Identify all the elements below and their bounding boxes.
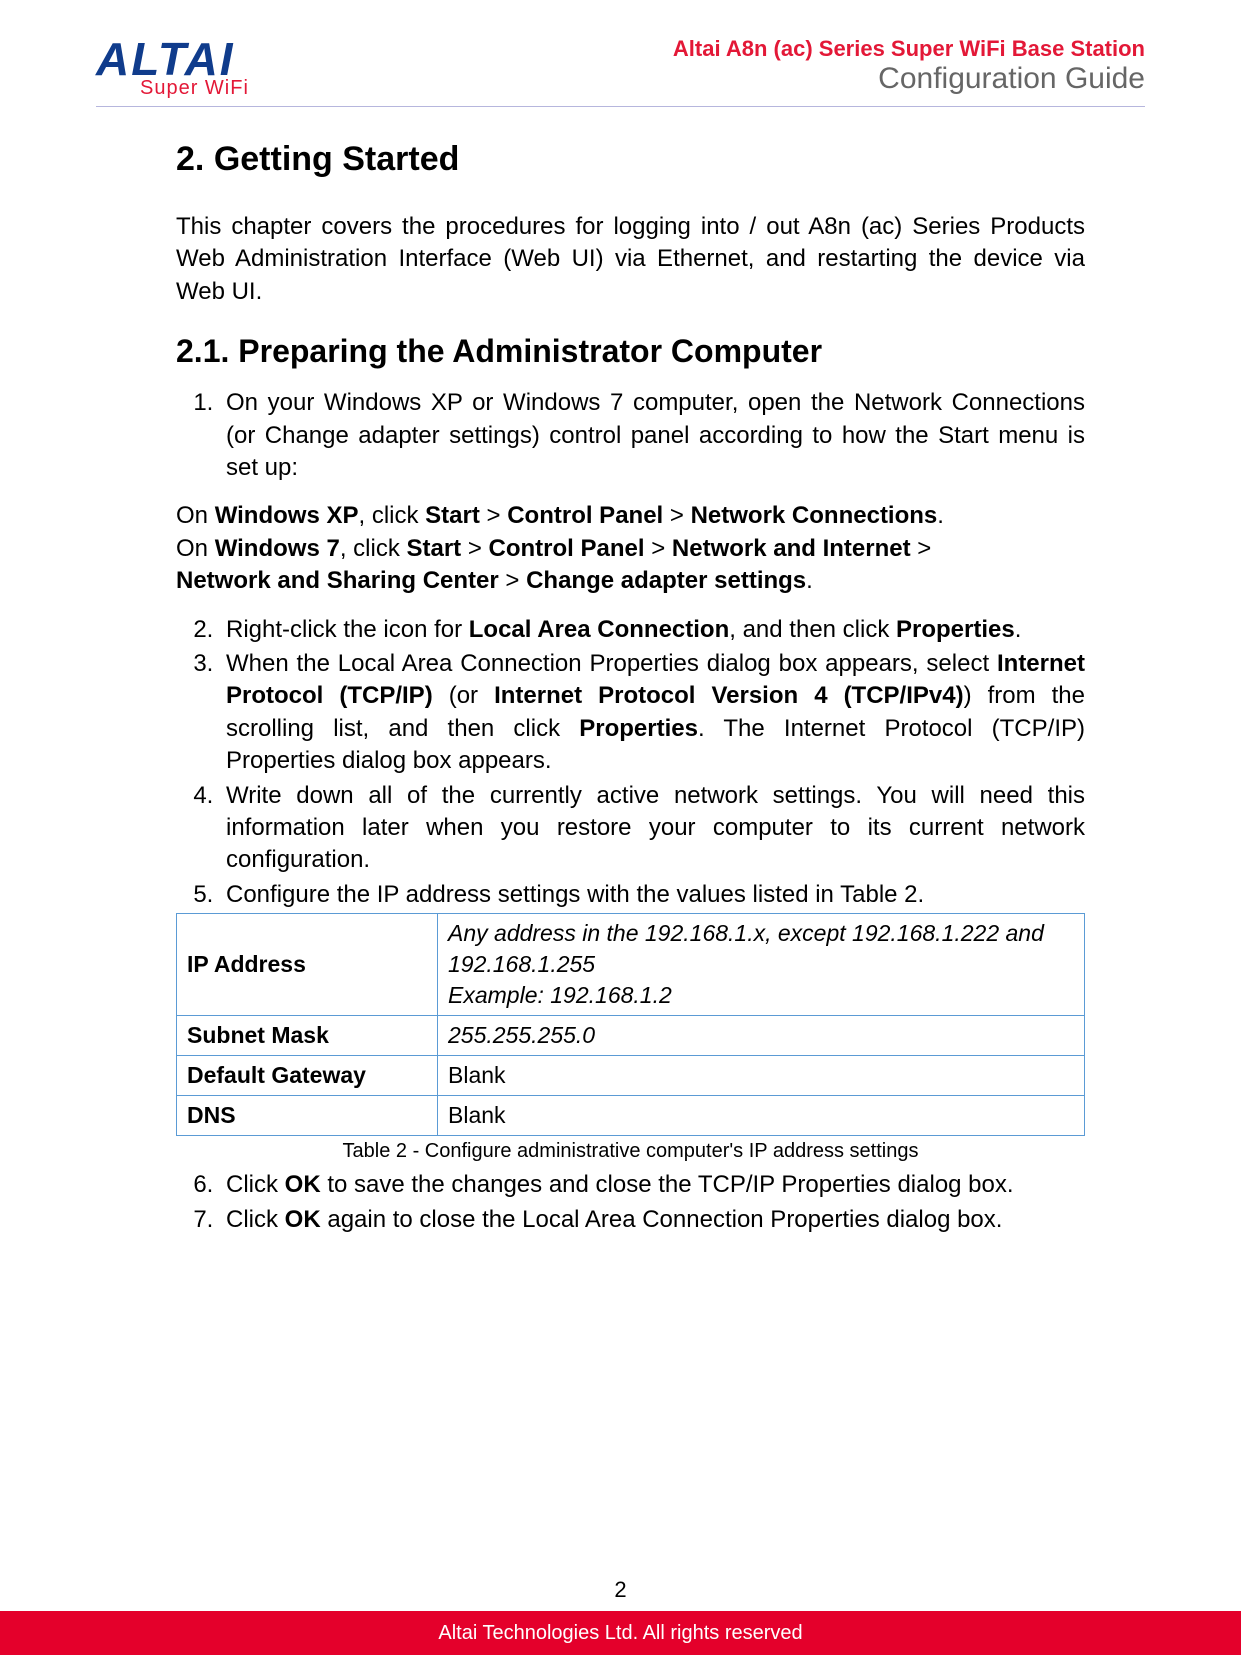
step-2: Right-click the icon for Local Area Conn… [220,614,1085,646]
section-title: Getting Started [214,140,460,178]
page-header: ALTAI Super WiFi Altai A8n (ac) Series S… [96,36,1145,107]
nav-instructions: On Windows XP, click Start > Control Pan… [176,500,1085,597]
step-4: Write down all of the currently active n… [220,780,1085,877]
text-run: When the Local Area Connection Propertie… [226,650,997,677]
ip-settings-tbody: IP AddressAny address in the 192.168.1.x… [177,914,1085,1136]
ip-settings-table: IP AddressAny address in the 192.168.1.x… [176,913,1085,1136]
ui-properties: Properties [579,715,698,742]
nav-control-panel: Control Panel [507,502,663,529]
page-number: 2 [0,1577,1241,1603]
text-run: . [806,567,813,594]
subsection-heading: 2.1. Preparing the Administrator Compute… [176,330,1085,373]
subsection-number: 2.1. [176,333,229,369]
table-cell-value: 255.255.255.0 [438,1016,1085,1056]
separator-icon: > [645,535,672,562]
section-intro: This chapter covers the procedures for l… [176,211,1085,308]
page-content: 2. Getting Started This chapter covers t… [176,137,1085,1236]
separator-icon: > [911,535,932,562]
text-run: Click [226,1171,285,1198]
steps-list-cont2: Click OK to save the changes and close t… [176,1169,1085,1236]
separator-icon: > [461,535,488,562]
step-6: Click OK to save the changes and close t… [220,1169,1085,1201]
table-row: DNSBlank [177,1096,1085,1136]
steps-list-cont: Right-click the icon for Local Area Conn… [176,614,1085,912]
logo-main-text: ALTAI [96,36,249,82]
nav-network-connections: Network Connections [691,502,938,529]
separator-icon: > [480,502,507,529]
text-run: (or [433,682,494,709]
text-run: . [937,502,944,529]
os-windows-xp: Windows XP [215,502,359,529]
step-5: Configure the IP address settings with t… [220,879,1085,911]
footer-copyright: Altai Technologies Ltd. All rights reser… [0,1611,1241,1655]
text-run: Click [226,1206,285,1233]
separator-icon: > [499,567,526,594]
logo-sub-text: Super WiFi [140,78,249,98]
table-cell-key: DNS [177,1096,438,1136]
ui-ok: OK [285,1171,321,1198]
text-run: On [176,502,215,529]
ui-tcpipv4: Internet Protocol Version 4 (TCP/IPv4) [494,682,964,709]
text-run: . [1015,616,1022,643]
text-run: Right-click the icon for [226,616,469,643]
header-product: Altai A8n (ac) Series Super WiFi Base St… [673,36,1145,62]
ui-local-area-connection: Local Area Connection [469,616,729,643]
table-row: Subnet Mask255.255.255.0 [177,1016,1085,1056]
ui-ok: OK [285,1206,321,1233]
text-run: , click [358,502,425,529]
table-cell-key: Default Gateway [177,1056,438,1096]
nav-start: Start [425,502,480,529]
table-cell-value: Blank [438,1056,1085,1096]
table-row: IP AddressAny address in the 192.168.1.x… [177,914,1085,1016]
nav-sharing-center: Network and Sharing Center [176,567,499,594]
ui-properties: Properties [896,616,1015,643]
table-cell-key: Subnet Mask [177,1016,438,1056]
header-document-title: Configuration Guide [673,62,1145,96]
nav-network-internet: Network and Internet [672,535,911,562]
logo: ALTAI Super WiFi [96,36,249,98]
table-caption: Table 2 - Configure administrative compu… [176,1138,1085,1165]
os-windows-7: Windows 7 [215,535,340,562]
text-run: On [176,535,215,562]
text-run: , and then click [729,616,896,643]
steps-list: On your Windows XP or Windows 7 computer… [176,387,1085,484]
nav-adapter-settings: Change adapter settings [526,567,806,594]
table-cell-key: IP Address [177,914,438,1016]
separator-icon: > [663,502,690,529]
nav-control-panel: Control Panel [489,535,645,562]
subsection-title: Preparing the Administrator Computer [238,333,822,369]
text-run: again to close the Local Area Connection… [321,1206,1003,1233]
section-heading: 2. Getting Started [176,137,1085,183]
table-row: Default GatewayBlank [177,1056,1085,1096]
text-run: to save the changes and close the TCP/IP… [321,1171,1014,1198]
step-7: Click OK again to close the Local Area C… [220,1204,1085,1236]
nav-start: Start [406,535,461,562]
table-cell-value: Any address in the 192.168.1.x, except 1… [438,914,1085,1016]
step-3: When the Local Area Connection Propertie… [220,648,1085,778]
document-page: ALTAI Super WiFi Altai A8n (ac) Series S… [0,0,1241,1655]
header-right: Altai A8n (ac) Series Super WiFi Base St… [673,36,1145,96]
section-number: 2. [176,140,204,178]
step-1: On your Windows XP or Windows 7 computer… [220,387,1085,484]
table-cell-value: Blank [438,1096,1085,1136]
text-run: , click [340,535,407,562]
